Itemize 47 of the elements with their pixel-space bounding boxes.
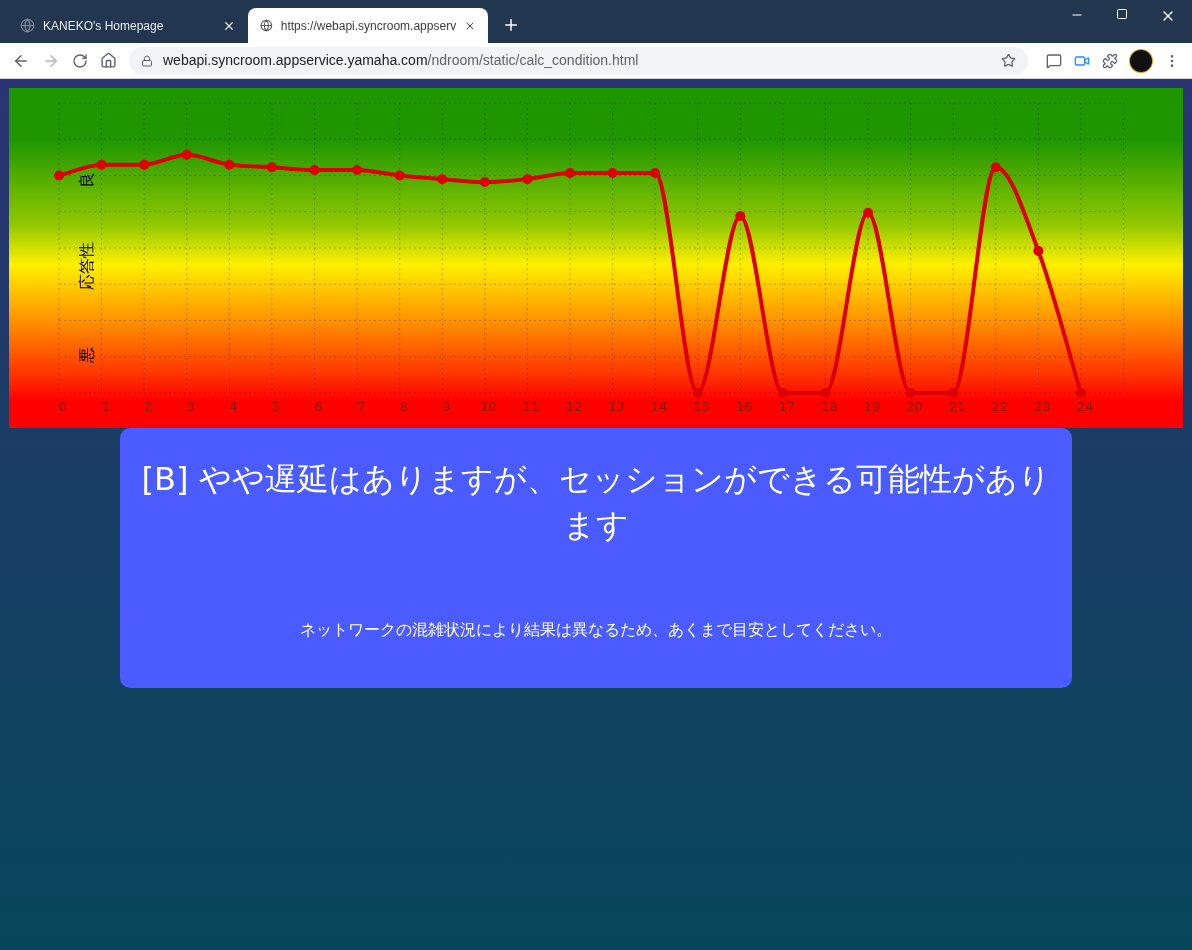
x-axis-label: 20 xyxy=(905,398,924,416)
x-axis-label: 8 xyxy=(398,398,409,416)
x-axis-label: 3 xyxy=(185,398,196,416)
tab-title: KANEKO's Homepage xyxy=(43,17,165,35)
tab-title: https://webapi.syncroom.appserv xyxy=(280,17,457,35)
globe-icon xyxy=(260,18,273,33)
address-bar[interactable]: webapi.syncroom.appservice.yamaha.com/ndroom/static/calc_condition.html xyxy=(129,46,1028,75)
home-icon[interactable] xyxy=(100,52,117,69)
x-axis-label: 17 xyxy=(777,398,797,416)
new-tab-icon[interactable] xyxy=(502,16,520,34)
x-axis-label: 15 xyxy=(692,398,711,416)
globe-icon xyxy=(20,18,35,33)
x-axis-label: 22 xyxy=(990,398,1009,416)
x-axis-label: 12 xyxy=(564,398,584,416)
x-axis-label: 13 xyxy=(607,398,626,416)
x-axis-label: 5 xyxy=(270,398,282,416)
reload-icon[interactable] xyxy=(72,52,88,69)
y-axis-label: 応答性 xyxy=(76,242,97,290)
x-axis-label: 24 xyxy=(1075,398,1095,416)
result-note: ネットワークの混雑状況により結果は異なるため、あくまで目安としてください。 xyxy=(300,619,892,641)
x-axis-label: 2 xyxy=(143,398,154,416)
browser-tab[interactable]: KANEKO's Homepage xyxy=(8,8,248,43)
x-axis-label: 1 xyxy=(100,398,111,416)
result-headline: [B] やや遅延はありますが、セッションができる可能性があります xyxy=(140,459,1052,546)
x-axis-label: 9 xyxy=(441,398,452,416)
extensions-icon[interactable] xyxy=(1102,52,1118,69)
y-axis-label: 悪 xyxy=(76,347,97,363)
x-axis-label: 4 xyxy=(228,398,239,416)
x-axis-label: 0 xyxy=(57,398,69,416)
browser-tab[interactable]: https://webapi.syncroom.appserv xyxy=(248,8,488,43)
x-axis-label: 6 xyxy=(313,398,324,416)
x-axis-label: 14 xyxy=(649,398,669,416)
lock-icon xyxy=(141,54,153,67)
x-axis-label: 23 xyxy=(1033,398,1052,416)
maximize-icon[interactable] xyxy=(1116,8,1128,20)
x-axis-label: 7 xyxy=(355,398,367,416)
x-axis-label: 11 xyxy=(522,398,541,416)
profile-avatar[interactable] xyxy=(1130,49,1152,72)
x-axis-label: 18 xyxy=(820,398,839,416)
x-axis-label: 21 xyxy=(947,398,967,416)
x-axis-label: 10 xyxy=(479,398,499,416)
y-axis-label: 良 xyxy=(76,172,97,188)
url-text: webapi.syncroom.appservice.yamaha.com/ndroom/static/calc_condition.html xyxy=(163,51,640,70)
x-axis-label: 16 xyxy=(735,398,754,416)
chat-extension-icon[interactable] xyxy=(1046,52,1062,69)
x-axis-label: 19 xyxy=(862,398,882,416)
bookmark-star-icon[interactable] xyxy=(1001,53,1016,68)
